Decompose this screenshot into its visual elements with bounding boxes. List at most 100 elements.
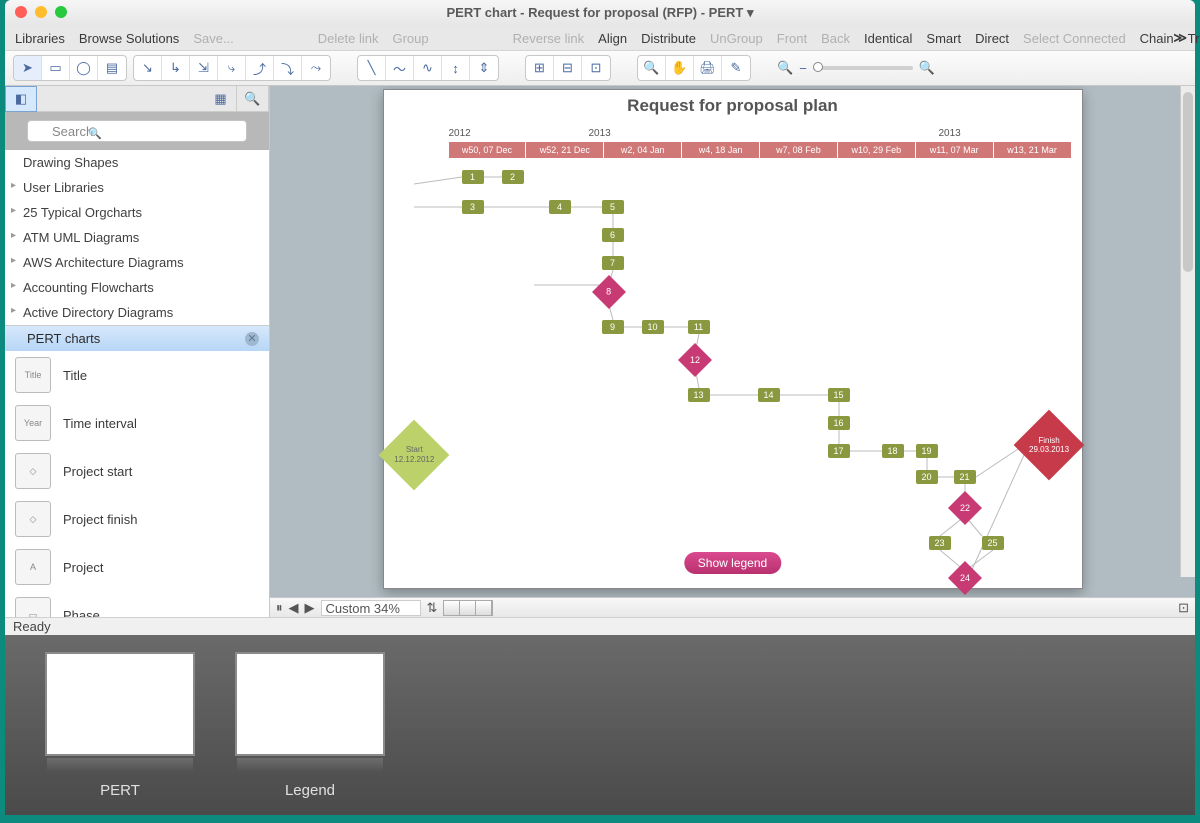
shape-item[interactable]: ◇Project finish <box>5 495 269 543</box>
library-panel-icon[interactable]: ◧ <box>5 86 37 112</box>
pan-icon[interactable]: ✋ <box>666 56 694 80</box>
menu-identical[interactable]: Identical <box>864 31 912 46</box>
conn-tool-4[interactable]: ⤷ <box>218 56 246 80</box>
task-node[interactable]: 15 <box>828 388 850 402</box>
conn-tool-3[interactable]: ⇲ <box>190 56 218 80</box>
start-node[interactable]: Start12.12.2012 <box>378 420 449 491</box>
menu-tree[interactable]: Tree <box>1188 31 1200 46</box>
milestone-node[interactable]: 12 <box>678 343 712 377</box>
task-node[interactable]: 9 <box>602 320 624 334</box>
task-node[interactable]: 19 <box>916 444 938 458</box>
layout-tool-3[interactable]: ⊡ <box>582 56 610 80</box>
finish-node[interactable]: Finish29.03.2013 <box>1013 410 1084 481</box>
menu-direct[interactable]: Direct <box>975 31 1009 46</box>
week-header: w11, 07 Mar <box>916 142 994 158</box>
selected-library-label: PERT charts <box>27 331 100 346</box>
task-node[interactable]: 14 <box>758 388 780 402</box>
task-node[interactable]: 23 <box>929 536 951 550</box>
prev-page-icon[interactable]: ◀ <box>289 600 299 616</box>
vertical-scrollbar[interactable] <box>1180 86 1195 577</box>
min-window[interactable] <box>35 6 47 18</box>
page-thumbnail[interactable] <box>235 652 385 756</box>
task-node[interactable]: 6 <box>602 228 624 242</box>
shape-item[interactable]: AProject <box>5 543 269 591</box>
conn-tool-6[interactable]: ⤵ <box>274 56 302 80</box>
curve-tool[interactable]: 〜 <box>386 56 414 80</box>
max-window[interactable] <box>55 6 67 18</box>
layout-tool-2[interactable]: ⊟ <box>554 56 582 80</box>
task-node[interactable]: 11 <box>688 320 710 334</box>
menu-smart[interactable]: Smart <box>926 31 961 46</box>
milestone-node[interactable]: 8 <box>592 275 626 309</box>
library-row[interactable]: Accounting Flowcharts <box>5 275 269 300</box>
task-node[interactable]: 21 <box>954 470 976 484</box>
library-row[interactable]: User Libraries <box>5 175 269 200</box>
page[interactable]: Request for proposal plan 201220132013 w… <box>383 89 1083 589</box>
text-tool[interactable]: ▤ <box>98 56 126 80</box>
task-node[interactable]: 1 <box>462 170 484 184</box>
task-node[interactable]: 7 <box>602 256 624 270</box>
zoom-out-icon[interactable]: 🔍 <box>777 60 793 76</box>
eyedrop-icon[interactable]: ✎ <box>722 56 750 80</box>
grid-view-icon[interactable]: ▦ <box>205 86 237 112</box>
arrow-tool[interactable]: ↕ <box>442 56 470 80</box>
menu-align[interactable]: Align <box>598 31 627 46</box>
task-node[interactable]: 17 <box>828 444 850 458</box>
shape-item[interactable]: ◇Project start <box>5 447 269 495</box>
shape-item[interactable]: YearTime interval <box>5 399 269 447</box>
canvas[interactable]: Request for proposal plan 201220132013 w… <box>270 86 1195 597</box>
layout-tool-1[interactable]: ⊞ <box>526 56 554 80</box>
library-row[interactable]: AWS Architecture Diagrams <box>5 250 269 275</box>
close-window[interactable] <box>15 6 27 18</box>
zoom-in-icon[interactable]: 🔍 <box>919 60 935 76</box>
rect-tool[interactable]: ▭ <box>42 56 70 80</box>
zoom-stepper[interactable]: Custom 34% <box>321 600 421 616</box>
task-node[interactable]: 3 <box>462 200 484 214</box>
task-node[interactable]: 20 <box>916 470 938 484</box>
library-row[interactable]: ATM UML Diagrams <box>5 225 269 250</box>
ellipse-tool[interactable]: ◯ <box>70 56 98 80</box>
zoom-slider[interactable] <box>813 66 913 70</box>
menu-libraries[interactable]: Libraries <box>15 31 65 46</box>
zoom-stepper-buttons[interactable]: ⇅ <box>427 600 438 616</box>
fit-icon[interactable]: ⊡ <box>1178 600 1189 616</box>
menu-distribute[interactable]: Distribute <box>641 31 696 46</box>
library-row[interactable]: 25 Typical Orgcharts <box>5 200 269 225</box>
task-node[interactable]: 13 <box>688 388 710 402</box>
library-row[interactable]: Drawing Shapes <box>5 150 269 175</box>
shape-item[interactable]: ▭Phase <box>5 591 269 617</box>
search-toggle-icon[interactable]: 🔍 <box>237 86 269 112</box>
close-library-icon[interactable]: ✕ <box>245 332 259 346</box>
dbl-arrow-tool[interactable]: ⇕ <box>470 56 498 80</box>
search-input[interactable]: Search <box>27 120 247 142</box>
task-node[interactable]: 25 <box>982 536 1004 550</box>
conn-tool-2[interactable]: ↳ <box>162 56 190 80</box>
task-node[interactable]: 4 <box>549 200 571 214</box>
show-legend-button[interactable]: Show legend <box>684 552 781 574</box>
next-page-icon[interactable]: ▶ <box>305 600 315 616</box>
menu-chain[interactable]: Chain <box>1140 31 1174 46</box>
conn-tool-1[interactable]: ↘ <box>134 56 162 80</box>
task-node[interactable]: 5 <box>602 200 624 214</box>
task-node[interactable]: 2 <box>502 170 524 184</box>
task-node[interactable]: 18 <box>882 444 904 458</box>
page-tabs[interactable] <box>443 600 493 616</box>
menu-browse[interactable]: Browse Solutions <box>79 31 179 46</box>
menu-more-icon[interactable]: ≫ <box>1173 30 1187 46</box>
pause-icon[interactable]: ⏸ <box>276 600 283 616</box>
pointer-tool[interactable]: ➤ <box>14 56 42 80</box>
polyline-tool[interactable]: ∿ <box>414 56 442 80</box>
milestone-node[interactable]: 22 <box>948 491 982 525</box>
task-node[interactable]: 10 <box>642 320 664 334</box>
selected-library[interactable]: PERT charts ✕ <box>5 326 269 351</box>
stamp-icon[interactable]: 🖨 <box>694 56 722 80</box>
zoom-icon[interactable]: 🔍 <box>638 56 666 80</box>
milestone-node[interactable]: 24 <box>948 561 982 595</box>
conn-tool-7[interactable]: ⤳ <box>302 56 330 80</box>
shape-item[interactable]: TitleTitle <box>5 351 269 399</box>
task-node[interactable]: 16 <box>828 416 850 430</box>
library-row[interactable]: Active Directory Diagrams <box>5 300 269 325</box>
conn-tool-5[interactable]: ⤴ <box>246 56 274 80</box>
line-tool[interactable]: ╲ <box>358 56 386 80</box>
page-thumbnail[interactable] <box>45 652 195 756</box>
